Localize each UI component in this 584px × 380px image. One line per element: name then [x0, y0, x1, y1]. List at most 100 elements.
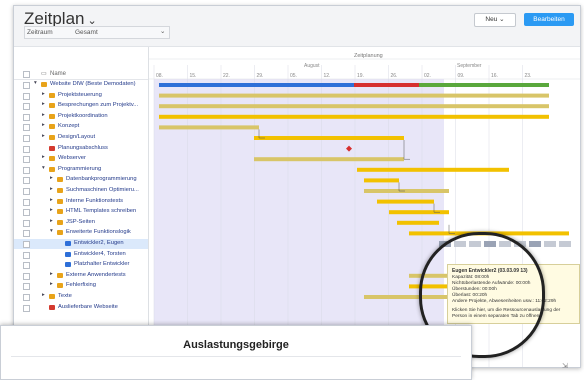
tree-row[interactable]: ▸ Fehlerfixing	[14, 281, 148, 291]
task-bar	[364, 189, 449, 193]
project-icon	[41, 82, 47, 87]
period-value: Gesamt	[75, 29, 98, 36]
expand-toggle-icon[interactable]: ▸	[50, 207, 53, 213]
expand-toggle-icon[interactable]: ▸	[50, 186, 53, 192]
row-checkbox[interactable]	[23, 219, 30, 227]
week-label: 29.	[257, 73, 264, 79]
folder-icon: ▭	[41, 71, 47, 77]
row-checkbox[interactable]	[23, 135, 30, 142]
tree-row[interactable]: ▸ Design/Layout	[14, 133, 148, 143]
expand-toggle-icon[interactable]: ▸	[50, 197, 53, 203]
row-checkbox[interactable]	[23, 188, 30, 195]
tree-row-label: JSP-Seiten	[66, 218, 95, 225]
folder-icon	[49, 135, 55, 140]
week-label: 22.	[223, 73, 230, 79]
row-checkbox[interactable]	[23, 82, 30, 89]
row-checkbox[interactable]	[23, 241, 30, 248]
expand-toggle-icon[interactable]: ▸	[42, 154, 45, 160]
tree-row-label: Website DIW (Beste Demodaten)	[50, 81, 136, 87]
toolbar: Zeitplan ⌄ Zeitraum Gesamt ⌄ Neu ⌄ Bearbe…	[14, 6, 580, 47]
folder-icon	[49, 113, 55, 119]
row-checkbox[interactable]	[23, 166, 30, 174]
expand-toggle-icon[interactable]: ▸	[42, 133, 45, 139]
row-checkbox[interactable]	[23, 230, 30, 238]
tree-row[interactable]: ▸ Interne Funktionstests	[14, 197, 148, 207]
expand-toggle-icon[interactable]: ▸	[42, 91, 45, 97]
row-checkbox[interactable]	[23, 124, 30, 132]
tree-row[interactable]: ▸ Projektsteuerung	[14, 91, 148, 101]
expand-toggle-icon[interactable]: ▸	[42, 122, 45, 128]
task-tree: ▭ Name ▾ Website DIW (Beste Demodaten) ▸ Pr…	[14, 47, 149, 367]
utilization-cell	[529, 241, 541, 247]
folder-icon	[57, 230, 63, 236]
tree-row[interactable]: ▸ Externe Anwendertests	[14, 271, 148, 281]
expand-toggle-icon[interactable]: ▸	[42, 101, 45, 107]
row-checkbox[interactable]	[23, 209, 30, 217]
folder-icon	[49, 156, 55, 162]
expand-toggle-icon[interactable]: ▸	[50, 175, 53, 181]
name-column-header: Name	[50, 71, 67, 77]
expand-toggle-icon[interactable]: ▸	[42, 112, 45, 118]
week-label: 05.	[290, 73, 297, 79]
row-checkbox[interactable]	[23, 283, 30, 291]
expand-toggle-icon[interactable]: ▸	[50, 281, 53, 287]
expand-toggle-icon[interactable]: ▸	[50, 271, 53, 277]
row-checkbox[interactable]	[23, 103, 30, 111]
tree-row[interactable]: ▸ Texte	[14, 292, 148, 302]
utilization-cell	[559, 241, 571, 247]
tree-row[interactable]: Planungsabschluss	[14, 144, 148, 154]
tree-row[interactable]: ▾ Erweiterte Funktionslogik	[14, 228, 148, 238]
week-label: 02.	[424, 73, 431, 79]
tree-row[interactable]: ▸ Suchmaschinen Optimieru...	[14, 186, 148, 196]
row-checkbox[interactable]	[23, 113, 30, 121]
row-checkbox[interactable]	[23, 156, 30, 164]
edit-button[interactable]: Bearbeiten	[524, 13, 574, 26]
tree-row-label: Suchmaschinen Optimieru...	[66, 187, 139, 193]
row-checkbox[interactable]	[23, 304, 30, 312]
tree-row[interactable]: ▸ Besprechungen zum Projektv...	[14, 101, 148, 111]
row-checkbox[interactable]	[23, 272, 30, 280]
new-button[interactable]: Neu ⌄	[474, 13, 516, 27]
tree-row-label: Planungsabschluss	[58, 144, 108, 151]
row-checkbox[interactable]	[23, 177, 30, 185]
tree-row[interactable]: ▾ Website DIW (Beste Demodaten)	[14, 80, 148, 90]
person-icon	[65, 262, 71, 268]
expand-toggle-icon[interactable]: ▾	[50, 228, 53, 234]
folder-icon	[49, 124, 55, 130]
tree-row[interactable]: ▸ Konzept	[14, 122, 148, 132]
tree-row[interactable]: Entwickler2, Eugen	[14, 239, 148, 249]
folder-icon	[57, 198, 63, 204]
panel-title: Auslastungsgebirge	[183, 339, 289, 351]
row-checkbox[interactable]	[23, 92, 30, 100]
expand-toggle-icon[interactable]: ▾	[34, 80, 37, 86]
tree-row-label: Besprechungen zum Projektv...	[58, 102, 139, 109]
week-label: 09.	[458, 73, 465, 79]
row-checkbox[interactable]	[23, 251, 30, 259]
expand-toggle-icon[interactable]: ▸	[42, 292, 45, 298]
tree-row[interactable]: ▸ Datenbankprogrammierung	[14, 175, 148, 185]
tree-row[interactable]: Entwickler4, Torsten	[14, 250, 148, 260]
expand-toggle-icon[interactable]: ▾	[42, 165, 45, 171]
expand-toggle-icon[interactable]: ▸	[50, 218, 53, 224]
row-checkbox[interactable]	[23, 145, 30, 153]
export-icon[interactable]: ⇲	[562, 362, 568, 370]
tree-row[interactable]: Auslieferbare Webseite	[14, 303, 148, 313]
tree-row-label: Erweiterte Funktionslogik	[66, 229, 131, 236]
panel-grid	[11, 356, 461, 379]
tree-row[interactable]: ▸ HTML Templates schreiben	[14, 207, 148, 217]
select-all-checkbox[interactable]	[23, 71, 30, 78]
week-label: 19.	[357, 73, 364, 79]
row-checkbox[interactable]	[23, 294, 30, 301]
tree-row[interactable]: ▸ Projektkoordination	[14, 112, 148, 122]
week-label: 12.	[324, 73, 331, 79]
tree-row[interactable]: Platzhalter Entwickler	[14, 260, 148, 270]
tree-row-label: Projektkoordination	[58, 112, 108, 119]
row-checkbox[interactable]	[23, 262, 30, 270]
week-label: 08.	[156, 73, 163, 79]
tree-header: ▭ Name	[14, 69, 148, 80]
task-bar	[159, 125, 259, 130]
tree-row[interactable]: ▾ Programmierung	[14, 165, 148, 175]
tree-row[interactable]: ▸ Webserver	[14, 154, 148, 164]
row-checkbox[interactable]	[23, 198, 30, 206]
tree-row[interactable]: ▸ JSP-Seiten	[14, 218, 148, 228]
